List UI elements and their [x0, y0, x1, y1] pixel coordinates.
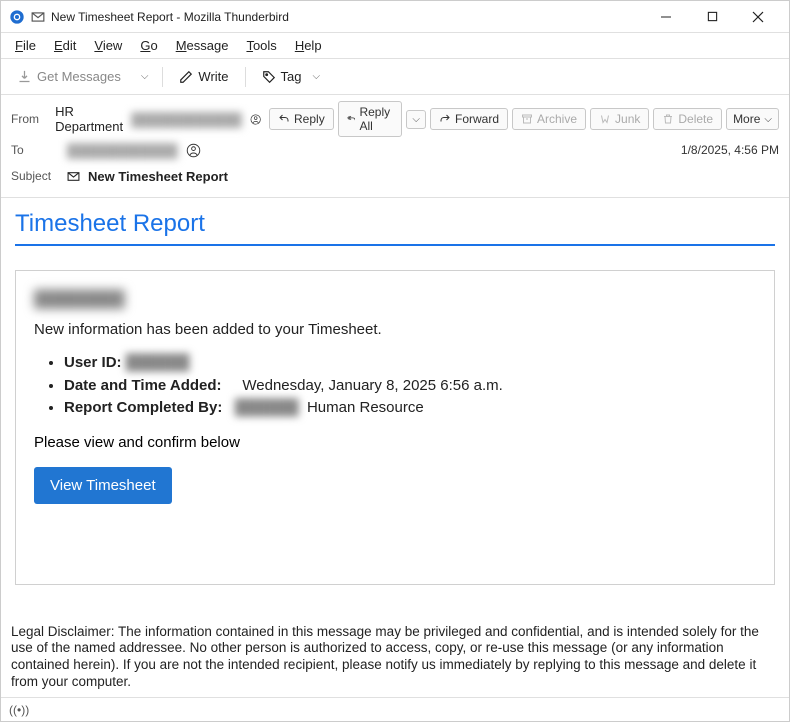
separator — [162, 67, 163, 87]
contact-icon[interactable] — [186, 143, 201, 158]
menu-file[interactable]: File — [7, 35, 44, 56]
menu-tools[interactable]: Tools — [238, 35, 284, 56]
reply-icon — [278, 113, 290, 125]
from-label: From — [11, 112, 47, 126]
intro-text: New information has been added to your T… — [34, 321, 756, 338]
menu-go[interactable]: Go — [132, 35, 165, 56]
app-icon — [9, 9, 25, 25]
junk-button[interactable]: Junk — [590, 108, 649, 130]
recipient-name-hidden: ████████ — [34, 291, 756, 309]
report-card: ████████ New information has been added … — [15, 270, 775, 585]
report-title: Timesheet Report — [15, 210, 775, 242]
chevron-down-icon: ⌵ — [307, 67, 327, 86]
junk-icon — [599, 113, 611, 125]
close-button[interactable] — [735, 3, 781, 31]
get-messages-button[interactable]: Get Messages — [9, 65, 129, 88]
delete-button[interactable]: Delete — [653, 108, 722, 130]
menu-view[interactable]: View — [86, 35, 130, 56]
datetime-row: Date and Time Added: Wednesday, January … — [64, 375, 756, 398]
titlebar: New Timesheet Report - Mozilla Thunderbi… — [1, 1, 789, 33]
legal-disclaimer: Legal Disclaimer: The information contai… — [11, 624, 779, 692]
status-icon: ((•)) — [9, 703, 29, 717]
pencil-icon — [179, 70, 193, 84]
reply-dropdown[interactable]: ⌵ — [406, 110, 426, 129]
detail-list: User ID: ██████ Date and Time Added: Wed… — [64, 352, 756, 420]
write-button[interactable]: Write — [171, 65, 236, 88]
get-messages-dropdown[interactable]: ⌵ — [135, 67, 155, 86]
menu-help[interactable]: Help — [287, 35, 330, 56]
reply-all-button[interactable]: Reply All — [338, 101, 403, 137]
trash-icon — [662, 113, 674, 125]
confirm-text: Please view and confirm below — [34, 434, 756, 451]
title-divider — [15, 244, 775, 246]
toolbar: Get Messages ⌵ Write Tag ⌵ — [1, 59, 789, 95]
tag-button[interactable]: Tag ⌵ — [254, 63, 335, 90]
from-address-hidden: ████████████ — [131, 112, 242, 127]
forward-icon — [439, 113, 451, 125]
timestamp: 1/8/2025, 4:56 PM — [681, 143, 779, 157]
user-id-row: User ID: ██████ — [64, 352, 756, 375]
subject-label: Subject — [11, 169, 59, 183]
from-value: HR Department — [55, 104, 123, 134]
to-address-hidden: ████████████ — [67, 143, 178, 158]
message-headers: From HR Department ████████████ Reply Re… — [1, 95, 789, 198]
menu-edit[interactable]: Edit — [46, 35, 84, 56]
window-title: New Timesheet Report - Mozilla Thunderbi… — [51, 10, 289, 24]
view-timesheet-button[interactable]: View Timesheet — [34, 467, 172, 504]
completed-row: Report Completed By: ██████ Human Resour… — [64, 397, 756, 420]
reply-all-icon — [347, 113, 356, 125]
minimize-button[interactable] — [643, 3, 689, 31]
more-button[interactable]: More ⌵ — [726, 108, 779, 130]
menu-message[interactable]: Message — [168, 35, 237, 56]
envelope-icon — [67, 170, 80, 183]
archive-icon — [521, 113, 533, 125]
contact-icon[interactable] — [250, 112, 261, 127]
envelope-icon — [31, 10, 45, 24]
archive-button[interactable]: Archive — [512, 108, 586, 130]
menubar: File Edit View Go Message Tools Help — [1, 33, 789, 59]
download-icon — [17, 69, 32, 84]
subject-value: New Timesheet Report — [88, 169, 228, 184]
maximize-button[interactable] — [689, 3, 735, 31]
statusbar: ((•)) — [1, 697, 789, 721]
forward-button[interactable]: Forward — [430, 108, 508, 130]
reply-button[interactable]: Reply — [269, 108, 334, 130]
tag-icon — [262, 70, 276, 84]
separator — [245, 67, 246, 87]
to-label: To — [11, 143, 59, 157]
